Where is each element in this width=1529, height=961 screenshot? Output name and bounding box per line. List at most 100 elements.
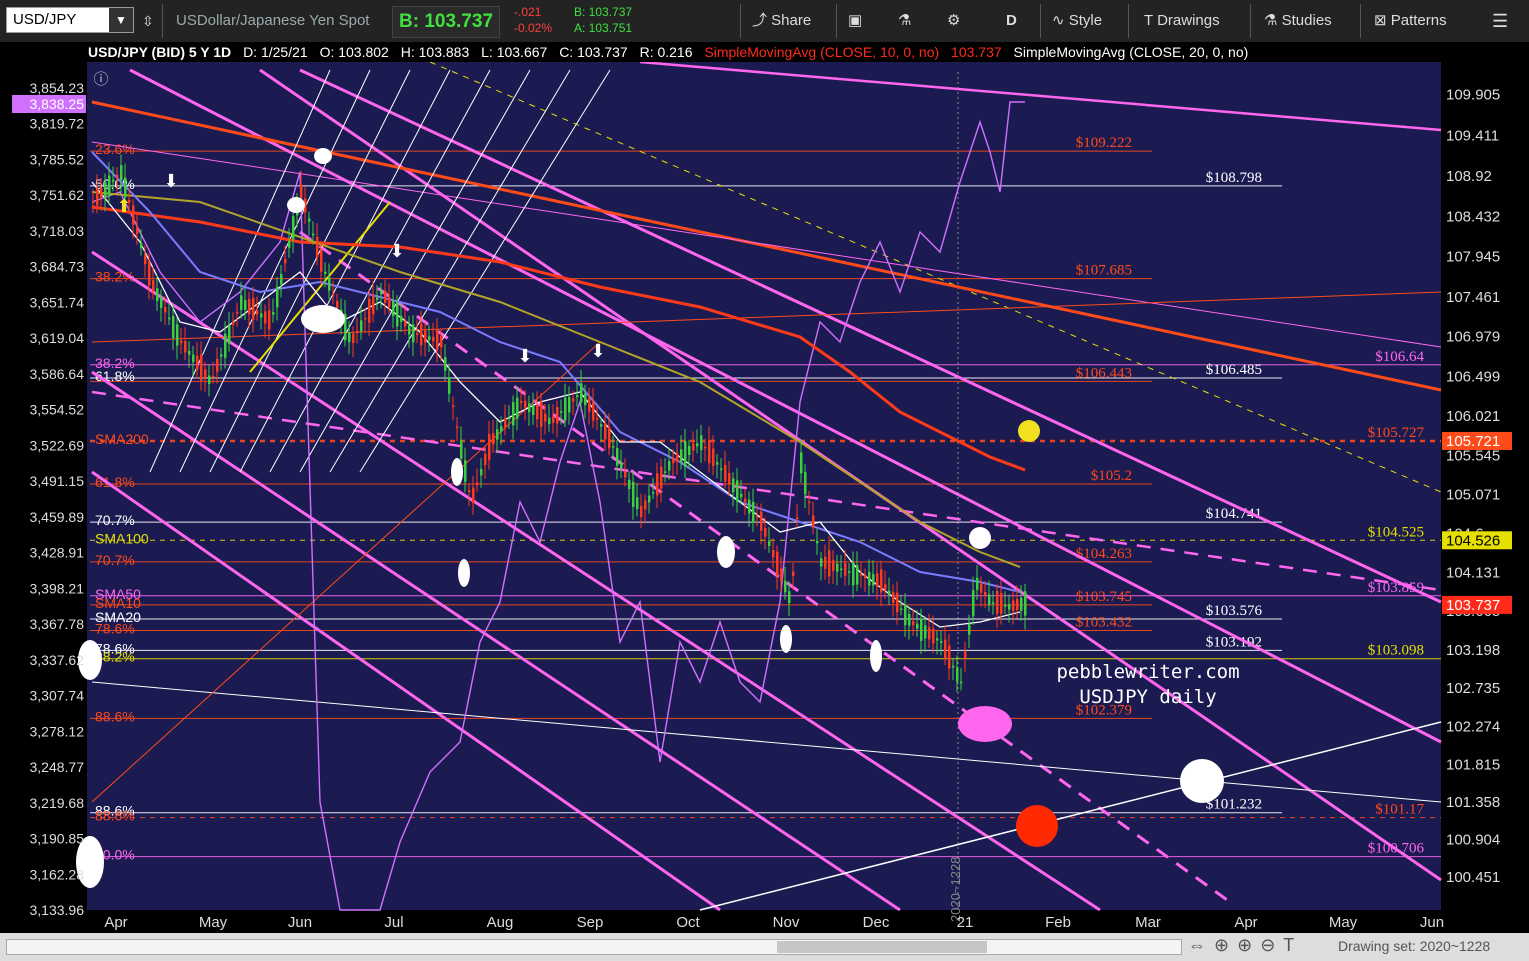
candle-body <box>548 417 551 425</box>
candle-body <box>448 377 451 394</box>
chart-settings-icon[interactable]: ⇳ <box>142 0 154 42</box>
candle-body <box>1012 600 1015 612</box>
annotation-title: USDJPY daily <box>1079 686 1216 708</box>
candle-body <box>888 590 891 596</box>
candle-body <box>792 571 795 577</box>
candle-body <box>676 453 679 463</box>
pivot-marker <box>287 197 305 213</box>
candle-body <box>820 558 823 567</box>
period-button[interactable]: D <box>1006 0 1017 42</box>
candle-body <box>280 274 283 285</box>
candle-body <box>936 638 939 641</box>
candle-body <box>980 583 983 593</box>
left-axis-tick: 3,586.64 <box>30 366 85 382</box>
candle-body <box>252 297 255 321</box>
study-sma20[interactable]: SimpleMovingAvg (CLOSE, 20, 0, no) <box>1014 44 1249 60</box>
bid-small: B: 103.737 <box>574 5 633 19</box>
price-chart[interactable]: 2020~1228 $109.222 $108.798 $107.685 $106.6… <box>0 42 1529 933</box>
left-axis-tick: 3,785.52 <box>30 151 85 167</box>
crosshair-icon[interactable]: ⊕ <box>1214 935 1237 955</box>
candle-body <box>736 480 739 502</box>
candle-body <box>944 639 947 659</box>
candle-body <box>220 354 223 357</box>
candle-body <box>432 336 435 342</box>
candle-body <box>748 499 751 514</box>
candle-body <box>228 325 231 344</box>
fib-level-label: 70.7% <box>95 552 135 568</box>
candle-body <box>116 174 119 178</box>
top-toolbar: USD/JPY ▼ ⇳ USDollar/Japanese Yen Spot B:… <box>0 0 1529 43</box>
text-icon[interactable]: T <box>1283 935 1302 955</box>
candle-body <box>592 401 595 421</box>
left-axis-tick: 3,522.69 <box>30 437 85 453</box>
symbol-input[interactable]: USD/JPY ▼ <box>6 7 134 33</box>
candle-body <box>256 310 259 315</box>
candle-body <box>392 301 395 317</box>
candle-body <box>96 188 99 206</box>
candle-body <box>692 443 695 451</box>
study-sma10[interactable]: SimpleMovingAvg (CLOSE, 10, 0, no) <box>704 44 939 60</box>
candle-body <box>364 317 367 320</box>
candle-body <box>664 471 667 473</box>
bid-price: B: 103.737 <box>392 6 501 38</box>
candle-body <box>164 307 167 313</box>
candle-body <box>588 397 591 412</box>
price-level-label: $106.64 <box>1375 349 1424 365</box>
candle-body <box>744 498 747 503</box>
drawings-button[interactable]: T Drawings <box>1144 0 1220 42</box>
price-level-label: $106.443 <box>1076 365 1132 381</box>
studies-button[interactable]: ⚗ Studies <box>1264 0 1332 42</box>
chevron-down-icon[interactable]: ▼ <box>109 8 133 32</box>
screenshot-icon[interactable]: ▣ <box>848 0 862 42</box>
candle-body <box>488 433 491 460</box>
candle-body <box>804 471 807 495</box>
candle-body <box>848 571 851 573</box>
zoom-in-icon[interactable]: ⊕ <box>1237 935 1260 955</box>
candle-body <box>580 383 583 403</box>
candle-body <box>828 550 831 577</box>
candle-body <box>620 462 623 469</box>
share-button[interactable]: ⤴ Share <box>752 0 811 42</box>
candle-body <box>984 592 987 596</box>
price-level-label: $103.432 <box>1076 615 1132 631</box>
candle-body <box>968 623 971 635</box>
candle-body <box>124 177 127 198</box>
status-open: O: 103.802 <box>319 44 389 60</box>
share-label: Share <box>771 12 812 29</box>
expand-icon[interactable]: ⇔ <box>1188 935 1214 955</box>
patterns-icon: ⊠ <box>1374 12 1391 29</box>
candle-body <box>204 369 207 378</box>
candle-body <box>424 329 427 343</box>
x-axis-tick: Apr <box>1234 914 1257 931</box>
style-button[interactable]: ∿ Style <box>1052 0 1102 42</box>
candle-body <box>760 511 763 531</box>
flask-icon[interactable]: ⚗ <box>898 0 911 42</box>
right-axis-flag-label: 105.721 <box>1446 433 1500 450</box>
horizontal-scrollbar[interactable] <box>6 939 1182 955</box>
right-axis-tick: 107.945 <box>1446 249 1500 266</box>
candle-body <box>184 341 187 353</box>
scroll-thumb[interactable] <box>777 941 987 953</box>
symbol-text: USD/JPY <box>13 11 77 28</box>
studies-label: Studies <box>1281 12 1332 29</box>
right-axis-tick: 102.274 <box>1446 718 1500 735</box>
candle-body <box>596 417 599 420</box>
gear-icon[interactable]: ⚙ <box>947 0 960 42</box>
x-axis-tick: Jun <box>288 914 312 931</box>
candle-body <box>636 497 639 510</box>
divider <box>1250 4 1251 38</box>
candle-body <box>732 478 735 493</box>
zoom-out-icon[interactable]: ⊖ <box>1260 935 1283 955</box>
candle-body <box>300 184 303 199</box>
candle-body <box>524 400 527 408</box>
candle-body <box>328 277 331 291</box>
x-axis-tick: Apr <box>104 914 127 931</box>
ask-small: A: 103.751 <box>574 21 633 35</box>
candle-body <box>552 416 555 423</box>
candle-body <box>912 621 915 626</box>
divider <box>836 4 837 38</box>
right-axis-tick: 101.815 <box>1446 756 1500 773</box>
menu-icon[interactable]: ☰ <box>1492 0 1508 42</box>
candle-body <box>764 527 767 537</box>
patterns-button[interactable]: ⊠ Patterns <box>1374 0 1447 42</box>
